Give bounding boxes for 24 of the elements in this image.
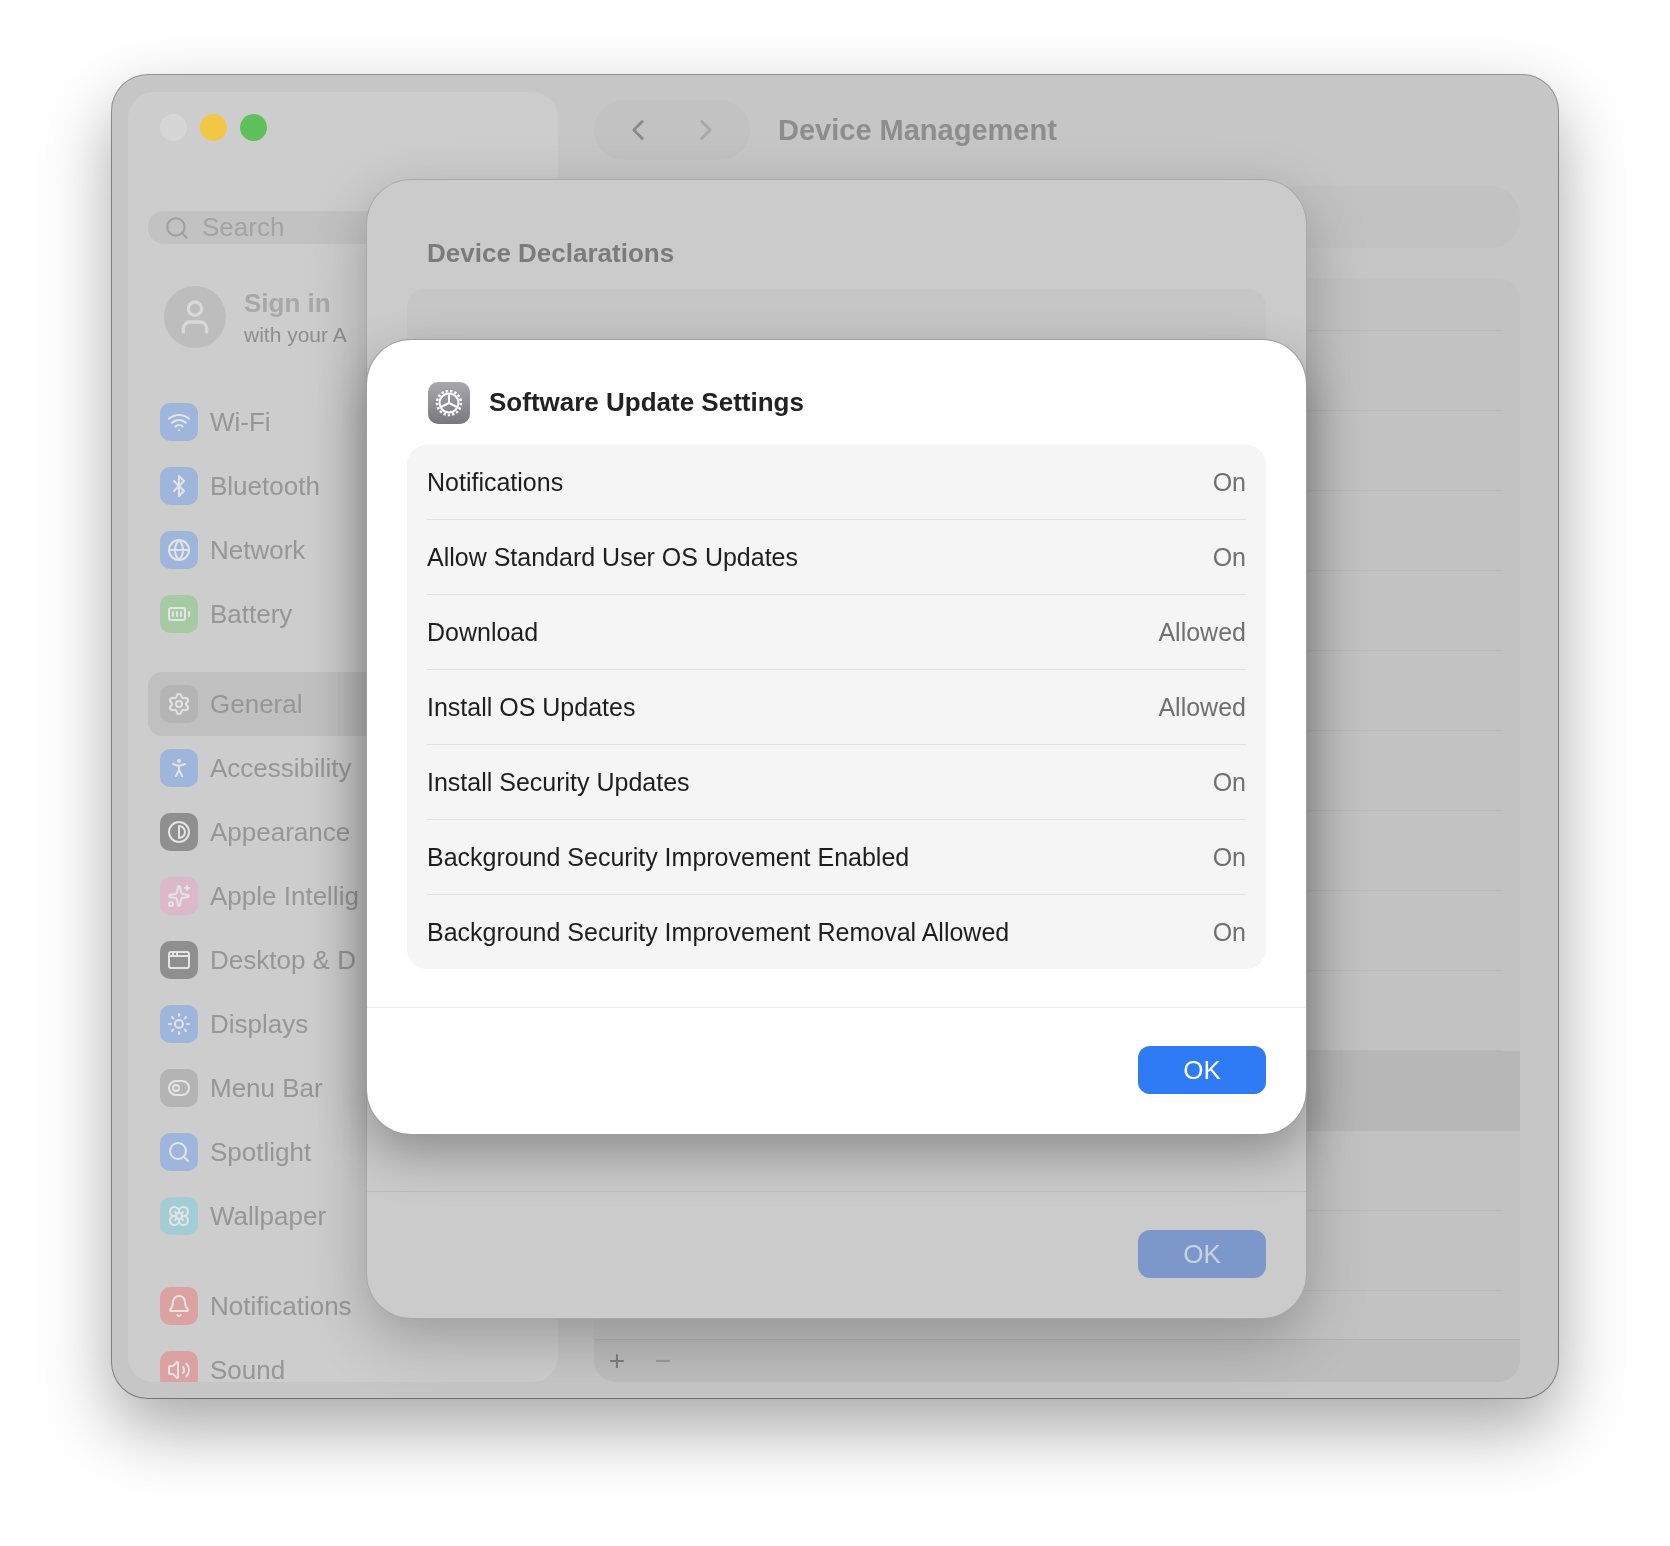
add-button[interactable]: + (594, 1344, 640, 1378)
zoom-button[interactable] (240, 114, 267, 141)
setting-label: Download (427, 617, 539, 647)
gear-icon (427, 380, 471, 425)
setting-value: Allowed (1158, 692, 1246, 722)
ok-button[interactable]: OK (1138, 1230, 1266, 1278)
search-icon (164, 214, 190, 241)
setting-value: On (1212, 467, 1246, 497)
remove-button[interactable]: − (640, 1344, 686, 1378)
setting-value: Allowed (1158, 617, 1246, 647)
setting-label: Notifications (427, 467, 564, 497)
setting-label: Background Security Improvement Removal Allowed (427, 917, 1010, 947)
account-subtitle: with your A (244, 322, 347, 347)
setting-label: Allow Standard User OS Updates (427, 542, 798, 572)
setting-value: On (1212, 917, 1246, 947)
setting-value: On (1212, 767, 1246, 797)
setting-value: On (1212, 842, 1246, 872)
setting-label: Install Security Updates (427, 767, 690, 797)
window-title: Device Management (778, 113, 1057, 147)
setting-value: On (1212, 542, 1246, 572)
setting-label: Background Security Improvement Enabled (427, 842, 910, 872)
minimize-button[interactable] (200, 114, 227, 141)
dialog-title: Software Update Settings (489, 387, 804, 418)
ok-button[interactable]: OK (1138, 1046, 1266, 1094)
